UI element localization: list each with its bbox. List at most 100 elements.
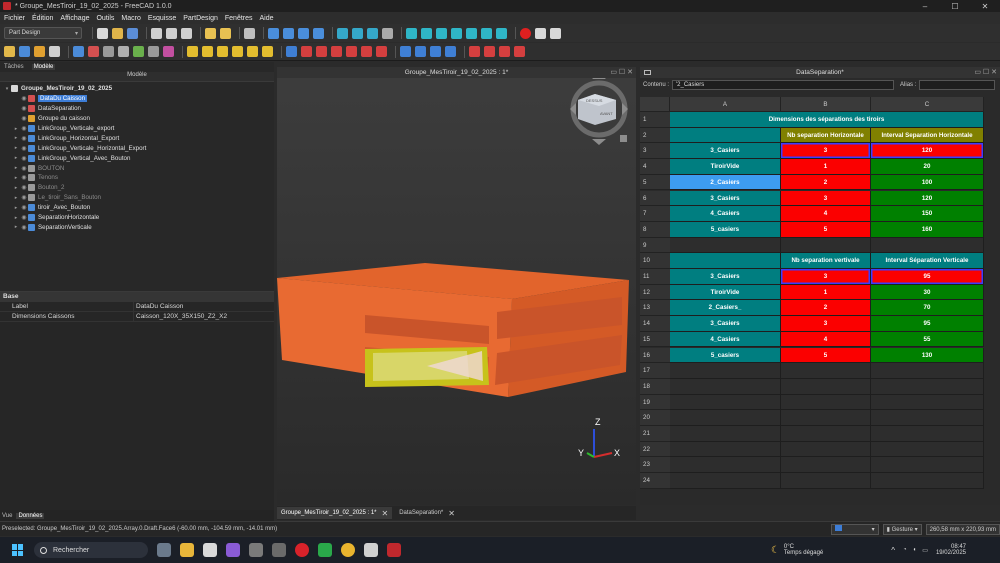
rotate-view-icon[interactable] — [496, 27, 507, 39]
visibility-eye-icon[interactable]: ◉ — [20, 125, 28, 132]
column-header[interactable]: A — [670, 97, 781, 112]
sheet-cell[interactable] — [670, 410, 781, 426]
speaker-icon[interactable]: ◖ — [913, 547, 917, 553]
sheet-cell[interactable]: 3 — [781, 143, 871, 160]
sheet-cell[interactable]: 2_Casiers — [670, 174, 781, 191]
open-folder-icon[interactable] — [112, 27, 123, 39]
additive-primitive-icon[interactable] — [262, 46, 273, 57]
visibility-eye-icon[interactable]: ◉ — [20, 95, 28, 102]
measure-icon[interactable] — [367, 27, 378, 39]
zoom-selection-icon[interactable] — [298, 27, 309, 39]
chevron-down-icon[interactable]: ▾ — [3, 86, 11, 92]
sheet-corner[interactable] — [640, 97, 670, 112]
menu-macro[interactable]: Macro — [121, 15, 140, 22]
sheet-cell[interactable]: 4 — [781, 206, 871, 222]
tree-item[interactable]: ▸ ◉ Bouton_2 — [0, 183, 274, 193]
row-header[interactable]: 21 — [640, 426, 670, 442]
zoom-fit-icon[interactable] — [283, 27, 294, 39]
opera-icon[interactable] — [295, 543, 309, 557]
row-header[interactable]: 23 — [640, 457, 670, 474]
spreadsheet-icon[interactable] — [88, 46, 99, 57]
menu-fenetres[interactable]: Fenêtres — [225, 15, 253, 22]
sheet-cell[interactable]: Interval Séparation Verticale — [871, 253, 984, 269]
navcube-arrow-down-icon[interactable] — [592, 139, 606, 145]
right-view-icon[interactable] — [436, 27, 447, 39]
sheet-cell[interactable] — [871, 410, 984, 426]
sheet-cell[interactable] — [670, 363, 781, 379]
chevron-right-icon[interactable]: ▸ — [12, 215, 20, 221]
column-header[interactable]: B — [781, 97, 871, 112]
sheet-cell[interactable]: 5 — [781, 221, 871, 238]
column-header[interactable]: C — [871, 97, 984, 112]
pocket-icon[interactable] — [286, 46, 297, 57]
redo-icon[interactable] — [220, 27, 231, 39]
sheet-cell[interactable] — [670, 127, 781, 144]
sheet-cell[interactable]: 3_Casiers — [670, 269, 781, 285]
top-view-icon[interactable] — [421, 27, 432, 39]
tree-item[interactable]: ▸ ◉ LinkGroup_Horizontal_Export — [0, 133, 274, 143]
row-header[interactable]: 2 — [640, 127, 670, 144]
sheet-cell[interactable]: 3 — [781, 269, 871, 285]
tab-taches[interactable]: Tâches — [2, 64, 26, 70]
row-header[interactable]: 5 — [640, 174, 670, 191]
tree-item[interactable]: ▾ Groupe_MesTiroir_19_02_2025 — [0, 84, 274, 94]
sheet-cell[interactable]: 3 — [781, 190, 871, 207]
spreadsheet-app-icon[interactable] — [318, 543, 332, 557]
sheet-cell[interactable] — [871, 363, 984, 379]
property-value[interactable]: DataDu Caisson — [134, 302, 183, 311]
menu-aide[interactable]: Aide — [260, 15, 274, 22]
sheet-cell[interactable] — [871, 237, 984, 254]
battery-icon[interactable]: ▭ — [922, 547, 928, 554]
sheet-cell[interactable]: 160 — [871, 221, 984, 238]
sheet-cell[interactable] — [670, 394, 781, 411]
sheet-cell[interactable] — [670, 441, 781, 458]
sheet-cell[interactable] — [871, 378, 984, 395]
close-icon[interactable]: ✕ — [970, 2, 1000, 11]
front-view-icon[interactable] — [406, 27, 417, 39]
property-row[interactable]: Dimensions Caissons Caisson_120X_35X150_… — [0, 312, 274, 322]
sheet-cell[interactable]: 95 — [871, 316, 984, 332]
draw-style-icon[interactable] — [313, 27, 324, 39]
menu-edition[interactable]: Édition — [32, 15, 53, 22]
app-icon[interactable] — [226, 543, 240, 557]
revolution-icon[interactable] — [202, 46, 213, 57]
groove-icon[interactable] — [316, 46, 327, 57]
chevron-right-icon[interactable]: ▸ — [12, 195, 20, 201]
sheet-cell[interactable] — [670, 237, 781, 254]
paste-icon[interactable] — [181, 27, 192, 39]
view-window-controls-icon[interactable]: ▭ ☐ ✕ — [610, 67, 633, 78]
visibility-eye-icon[interactable]: ◉ — [20, 145, 28, 152]
content-input[interactable]: '2_Casiers — [672, 80, 895, 90]
draw-style-selector[interactable]: ▾ — [830, 523, 879, 535]
row-header[interactable]: 11 — [640, 269, 670, 285]
sheet-cell[interactable] — [781, 363, 871, 379]
row-header[interactable]: 14 — [640, 316, 670, 332]
chevron-right-icon[interactable]: ▸ — [12, 224, 20, 230]
sheet-cell[interactable]: 130 — [871, 347, 984, 364]
row-header[interactable]: 6 — [640, 190, 670, 207]
windows-start-icon[interactable] — [12, 544, 24, 556]
row-header[interactable]: 1 — [640, 112, 670, 128]
sheet-cell[interactable]: 55 — [871, 331, 984, 348]
sketch-icon[interactable] — [73, 46, 84, 57]
chevron-right-icon[interactable]: ▸ — [12, 145, 20, 151]
row-header[interactable]: 19 — [640, 394, 670, 411]
chamfer-icon[interactable] — [484, 46, 495, 57]
navigation-style-selector[interactable]: ▮ Gesture ▾ — [882, 523, 922, 535]
close-icon[interactable]: ✕ — [448, 509, 455, 518]
row-header[interactable]: 7 — [640, 206, 670, 222]
record-macro-icon[interactable] — [520, 27, 531, 39]
sheet-cell[interactable]: 150 — [871, 206, 984, 222]
row-header[interactable]: 15 — [640, 331, 670, 348]
sheet-cell[interactable]: 120 — [871, 143, 984, 160]
rear-view-icon[interactable] — [451, 27, 462, 39]
row-header[interactable]: 10 — [640, 253, 670, 269]
pipe-icon[interactable] — [232, 46, 243, 57]
sheet-cell[interactable] — [670, 378, 781, 395]
visibility-eye-icon[interactable]: ◉ — [20, 135, 28, 142]
sheet-cell[interactable] — [781, 426, 871, 442]
calculator-icon[interactable] — [272, 543, 286, 557]
property-row[interactable]: Label DataDu Caisson — [0, 302, 274, 312]
view-window-controls-icon[interactable]: ▭ ☐ ✕ — [974, 67, 997, 78]
workbench-selector[interactable]: Part Design ▾ — [4, 27, 82, 39]
